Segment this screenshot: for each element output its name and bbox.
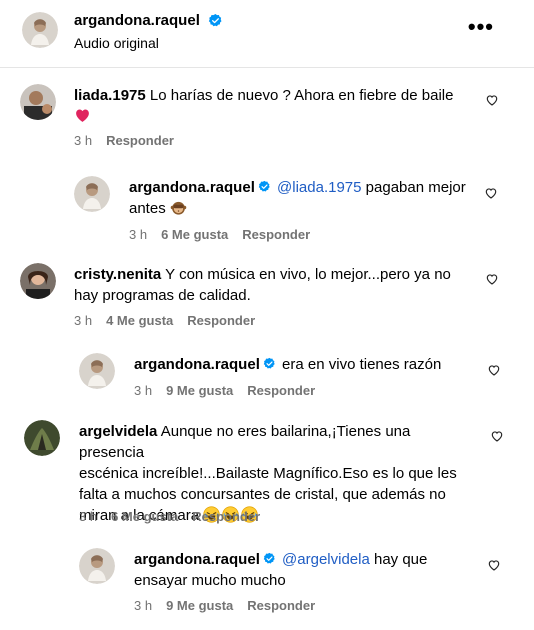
likes-count[interactable]: 9 Me gusta [166, 598, 233, 613]
comment-username[interactable]: argandona.raquel [129, 179, 255, 196]
comment-username[interactable]: argandona.raquel [134, 551, 260, 568]
comment-meta: 3 h 9 Me gusta Responder [134, 598, 315, 613]
reply-button[interactable]: Responder [247, 383, 315, 398]
likes-count[interactable]: 4 Me gusta [106, 313, 173, 328]
like-heart-icon[interactable] [485, 93, 499, 107]
comment-text-line2: ensayar mucho mucho [134, 572, 286, 589]
avatar[interactable] [24, 420, 60, 456]
comment-username[interactable]: argelvidela [79, 423, 157, 440]
like-heart-icon[interactable] [484, 186, 498, 200]
avatar[interactable] [20, 84, 56, 120]
comment-meta: 3 h Responder [74, 133, 174, 148]
comment-text: pagaban mejor [365, 179, 466, 196]
comment-text: era en vivo tienes razón [282, 356, 442, 373]
like-heart-icon[interactable] [485, 272, 499, 286]
comment-meta: 3 h 6 Me gusta Responder [79, 509, 260, 524]
avatar[interactable] [79, 353, 115, 389]
author-username[interactable]: argandona.raquel [74, 12, 225, 29]
comment-time: 3 h [74, 133, 93, 148]
verified-badge-icon [263, 357, 276, 370]
author-avatar[interactable] [22, 12, 58, 48]
comment-time: 3 h [134, 383, 153, 398]
more-options-icon[interactable]: ••• [468, 16, 494, 38]
comment-text-line3: falta a muchos concursantes de cristal, … [79, 486, 446, 503]
author-username-text[interactable]: argandona.raquel [74, 12, 200, 29]
comment-text: Y con música en vivo, lo mejor...pero ya… [165, 266, 451, 283]
like-heart-icon[interactable] [490, 429, 504, 443]
reply-button[interactable]: Responder [192, 509, 260, 524]
likes-count[interactable]: 9 Me gusta [166, 383, 233, 398]
see-no-evil-monkey-icon [170, 199, 187, 216]
comment-time: 3 h [129, 227, 148, 242]
comment-meta: 3 h 6 Me gusta Responder [129, 227, 310, 242]
reply-button[interactable]: Responder [187, 313, 255, 328]
comment-username[interactable]: liada.1975 [74, 87, 146, 104]
mention-link[interactable]: @argelvidela [282, 551, 370, 568]
comment: liada.1975 Lo harías de nuevo ? Ahora en… [74, 85, 474, 127]
comment: cristy.nenita Y con música en vivo, lo m… [74, 264, 474, 306]
comment: argandona.raquel era en vivo tienes razó… [134, 354, 474, 375]
comment-text: hay que [373, 551, 428, 568]
likes-count[interactable]: 6 Me gusta [161, 227, 228, 242]
comment-time: 3 h [74, 313, 93, 328]
comment-time: 3 h [134, 598, 153, 613]
reply-button[interactable]: Responder [106, 133, 174, 148]
comment: argandona.raquel @argelvidela hay que en… [134, 549, 474, 591]
comment-text-line2: hay programas de calidad. [74, 287, 251, 304]
comment-username[interactable]: argandona.raquel [134, 356, 260, 373]
mention-link[interactable]: @liada.1975 [277, 179, 361, 196]
verified-badge-icon [208, 13, 223, 28]
comment-meta: 3 h 9 Me gusta Responder [134, 383, 315, 398]
likes-count[interactable]: 6 Me gusta [111, 509, 178, 524]
post-header: argandona.raquel Audio original ••• [0, 0, 534, 68]
like-heart-icon[interactable] [487, 558, 501, 572]
like-heart-icon[interactable] [487, 363, 501, 377]
red-heart-icon [76, 109, 89, 122]
avatar[interactable] [74, 176, 110, 212]
comment-text: Lo harías de nuevo ? Ahora en fiebre de … [149, 87, 454, 104]
avatar[interactable] [20, 263, 56, 299]
avatar[interactable] [79, 548, 115, 584]
comment-time: 3 h [79, 509, 98, 524]
reply-button[interactable]: Responder [247, 598, 315, 613]
reply-button[interactable]: Responder [242, 227, 310, 242]
comment: argandona.raquel @liada.1975 pagaban mej… [129, 177, 479, 219]
audio-label[interactable]: Audio original [74, 35, 159, 51]
comment-text-line2: antes [129, 200, 166, 217]
comment-text-line2: escénica increíble!...Bailaste Magnífico… [79, 465, 457, 482]
header-divider [0, 67, 534, 68]
verified-badge-icon [263, 552, 276, 565]
comment-meta: 3 h 4 Me gusta Responder [74, 313, 255, 328]
verified-badge-icon [258, 180, 271, 193]
comment-username[interactable]: cristy.nenita [74, 266, 161, 283]
